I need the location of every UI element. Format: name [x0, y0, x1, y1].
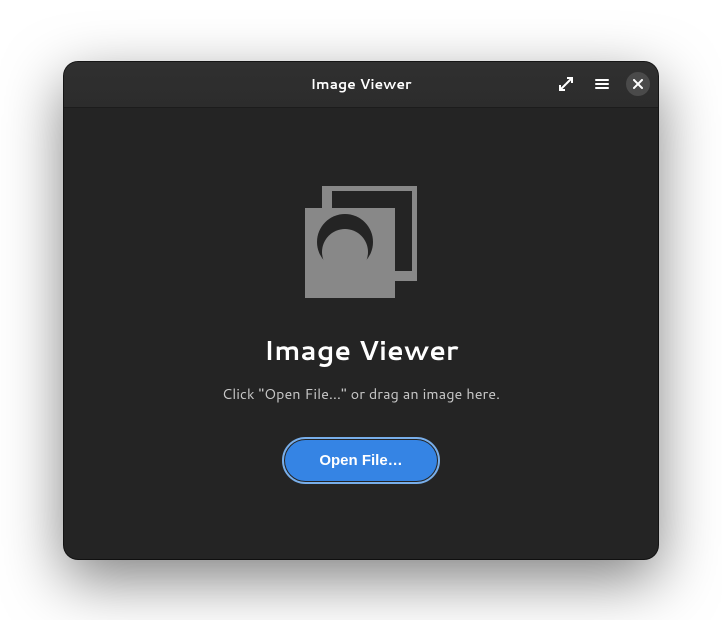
titlebar-controls	[554, 72, 650, 96]
fullscreen-button[interactable]	[554, 72, 578, 96]
close-icon	[633, 79, 643, 89]
empty-state-subtext: Click "Open File…" or drag an image here…	[222, 383, 500, 404]
close-button[interactable]	[626, 72, 650, 96]
image-placeholder-icon	[305, 186, 417, 298]
fullscreen-icon	[558, 76, 574, 92]
window-title: Image Viewer	[311, 74, 412, 94]
open-file-button[interactable]: Open File…	[285, 440, 436, 481]
hamburger-icon	[594, 76, 610, 92]
app-window: Image Viewer	[64, 62, 658, 559]
empty-state-heading: Image Viewer	[264, 330, 459, 369]
empty-state[interactable]: Image Viewer Click "Open File…" or drag …	[64, 108, 658, 559]
menu-button[interactable]	[590, 72, 614, 96]
titlebar: Image Viewer	[64, 62, 658, 108]
